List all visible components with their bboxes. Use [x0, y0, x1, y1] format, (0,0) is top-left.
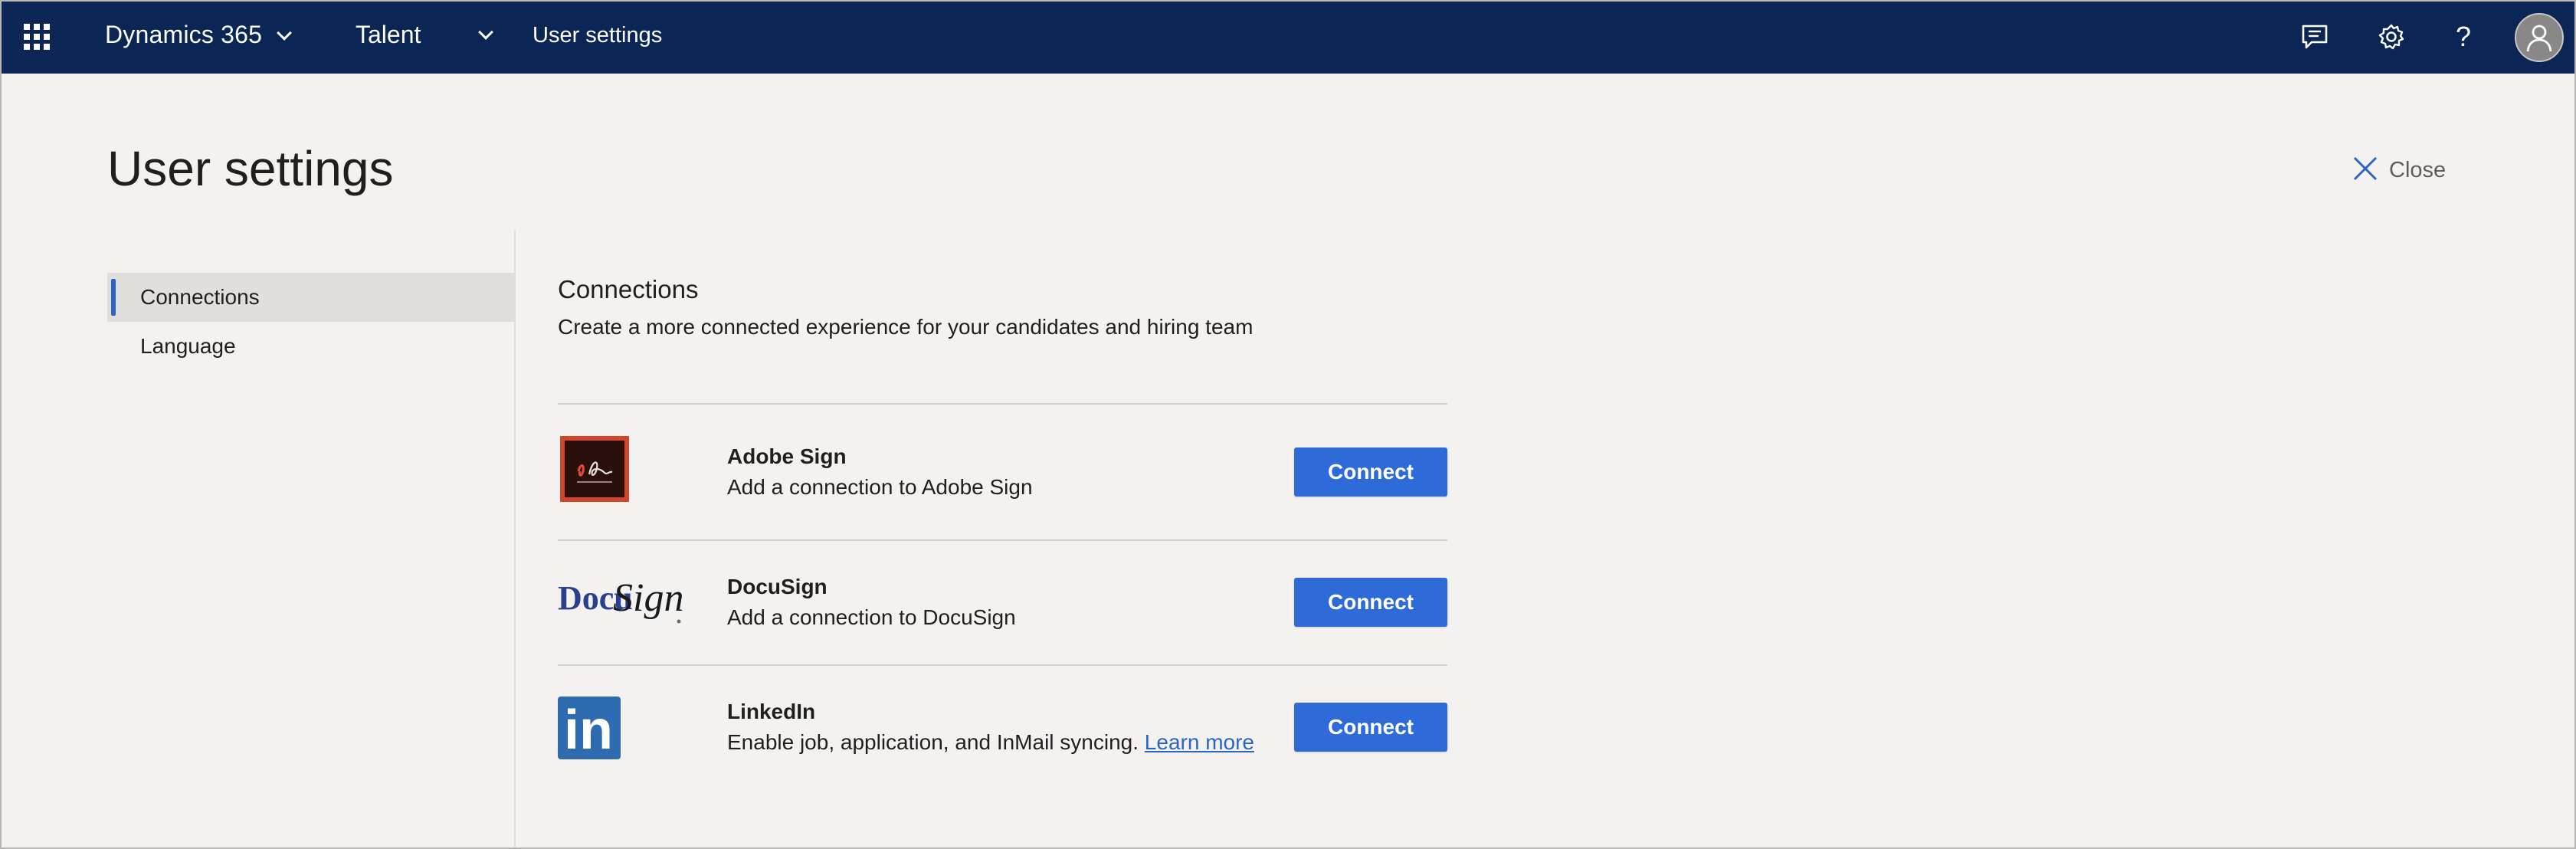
- docusign-logo: Docu Sign: [556, 571, 687, 632]
- vertical-divider: [514, 230, 516, 849]
- settings-sidebar: Connections Language: [107, 273, 515, 371]
- app-name[interactable]: Dynamics 365: [105, 21, 262, 49]
- connection-name-docusign: DocuSign: [727, 575, 828, 598]
- gear-icon[interactable]: [2374, 20, 2408, 54]
- linkedin-description-text: Enable job, application, and InMail sync…: [727, 730, 1139, 754]
- divider: [558, 539, 1447, 541]
- close-button[interactable]: Close: [2352, 153, 2446, 187]
- connection-description-linkedin: Enable job, application, and InMail sync…: [727, 730, 1254, 755]
- avatar[interactable]: [2515, 13, 2564, 62]
- learn-more-link[interactable]: Learn more: [1145, 730, 1254, 754]
- linkedin-logo: in: [558, 697, 621, 759]
- linkedin-logo-text: in: [564, 700, 613, 759]
- module-name[interactable]: Talent: [356, 21, 421, 49]
- connect-linkedin-button[interactable]: Connect: [1294, 703, 1447, 752]
- connection-name-adobe-sign: Adobe Sign: [727, 444, 847, 468]
- window-frame: [0, 0, 2576, 849]
- breadcrumb-page: User settings: [533, 23, 663, 48]
- section-title: Connections: [558, 275, 699, 303]
- divider: [558, 403, 1447, 405]
- sidebar-item-connections[interactable]: Connections: [107, 273, 515, 322]
- connect-docusign-button[interactable]: Connect: [1294, 578, 1447, 627]
- docusign-logo-text-sign: Sign: [613, 576, 683, 620]
- section-subtitle: Create a more connected experience for y…: [558, 315, 1254, 339]
- page-title: User settings: [107, 141, 394, 196]
- app-launcher-waffle-icon[interactable]: [24, 24, 50, 50]
- connection-description-adobe-sign: Add a connection to Adobe Sign: [727, 475, 1033, 499]
- close-icon: [2352, 156, 2378, 185]
- close-label: Close: [2389, 157, 2447, 182]
- top-navigation-bar: Dynamics 365 Talent User settings ?: [0, 0, 2576, 74]
- connect-adobe-sign-button[interactable]: Connect: [1294, 447, 1447, 497]
- divider: [558, 664, 1447, 666]
- help-icon[interactable]: ?: [2447, 20, 2480, 54]
- sidebar-item-label: Language: [140, 334, 236, 358]
- chevron-down-icon[interactable]: [478, 25, 493, 40]
- chevron-down-icon[interactable]: [277, 25, 292, 41]
- connection-description-docusign: Add a connection to DocuSign: [727, 605, 1016, 629]
- sidebar-item-label: Connections: [140, 285, 260, 309]
- adobe-sign-logo: [560, 436, 629, 502]
- chat-icon[interactable]: [2298, 20, 2332, 54]
- sidebar-item-language[interactable]: Language: [107, 322, 515, 371]
- connection-name-linkedin: LinkedIn: [727, 700, 816, 723]
